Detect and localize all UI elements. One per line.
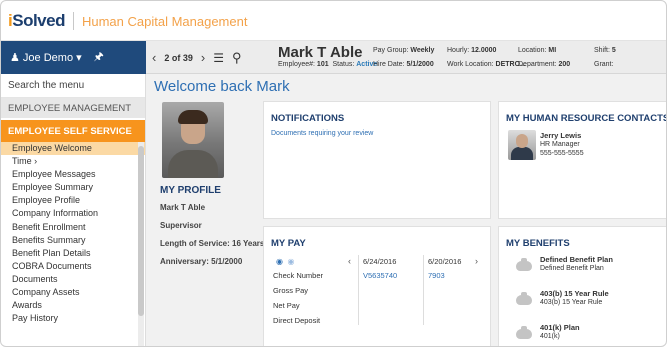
- pay-date-2: 6/20/2016: [428, 257, 462, 266]
- shift-info: Shift: 5: [594, 47, 616, 54]
- brand-bar: iSolved Human Capital Management: [0, 0, 667, 41]
- user-menu[interactable]: ♟ Joe Demo ▾ 🖈: [0, 41, 146, 74]
- employee-name: Mark T Able: [278, 44, 363, 61]
- hire-date-info: Hire Date: 5/1/2000: [373, 61, 434, 68]
- pager-count: 2 of 39: [164, 52, 193, 63]
- main-content: Welcome back Mark MY PROFILE Mark T Able…: [146, 74, 667, 347]
- profile-photo: [162, 102, 224, 178]
- pay-row-gross-pay: Gross Pay: [273, 286, 309, 295]
- user-icon: ♟: [10, 52, 23, 64]
- sidebar-item-benefit-enrollment[interactable]: Benefit Enrollment: [0, 221, 145, 234]
- benefit-sub: Defined Benefit Plan: [540, 265, 604, 272]
- page-title: Welcome back Mark: [154, 78, 290, 95]
- sidebar-item-company-information[interactable]: Company Information: [0, 207, 145, 220]
- my-pay-title: MY PAY: [271, 238, 306, 249]
- sidebar-item-employee-profile[interactable]: Employee Profile: [0, 194, 145, 207]
- sidebar-item-benefits-summary[interactable]: Benefits Summary: [0, 234, 145, 247]
- benefit-name[interactable]: 403(b) 15 Year Rule: [540, 289, 609, 298]
- hr-contacts-card: MY HUMAN RESOURCE CONTACTS Jerry Lewis H…: [498, 101, 667, 219]
- pay-prev-button[interactable]: ‹: [348, 256, 351, 266]
- hr-contact-name: Jerry Lewis: [540, 131, 582, 140]
- my-benefits-card: MY BENEFITS Defined Benefit Plan Defined…: [498, 226, 667, 347]
- sidebar-item-employee-welcome[interactable]: Employee Welcome: [0, 142, 145, 156]
- sidebar-item-documents[interactable]: Documents: [0, 273, 145, 286]
- hr-contact-phone: 555-555-5555: [540, 150, 584, 157]
- employee-pager: ‹ 2 of 39 › ☰ ⚲: [152, 41, 242, 74]
- pin-icon[interactable]: 🖈: [94, 48, 104, 67]
- top-nav: ♟ Joe Demo ▾ 🖈 ‹ 2 of 39 › ☰ ⚲ Mark T Ab…: [0, 41, 667, 74]
- notifications-card: NOTIFICATIONS Documents requiring your r…: [263, 101, 491, 219]
- sidebar: Search the menu EMPLOYEE MANAGEMENT EMPL…: [0, 74, 146, 347]
- my-profile-title: MY PROFILE: [160, 185, 221, 196]
- user-name: Joe Demo: [22, 51, 74, 64]
- profile-service-length: Length of Service: 16 Years: [160, 239, 265, 248]
- pay-row-net-pay: Net Pay: [273, 301, 300, 310]
- notifications-title: NOTIFICATIONS: [271, 113, 345, 124]
- employee-id-status: Employee#: 101 Status: Active: [278, 61, 378, 68]
- pay-view-icons[interactable]: ◉ ◉: [276, 257, 294, 266]
- profile-name: Mark T Able: [160, 203, 206, 212]
- my-pay-card: MY PAY ◉ ◉ ‹ 6/24/2016 6/20/2016 › Check…: [263, 226, 491, 347]
- menu-search-input[interactable]: Search the menu: [0, 74, 145, 98]
- profile-anniversary: Anniversary: 5/1/2000: [160, 257, 243, 266]
- piggy-bank-icon: [516, 326, 532, 339]
- pay-row-direct-deposit: Direct Deposit: [273, 316, 321, 325]
- work-location-info: Work Location: DETRO...: [447, 61, 526, 68]
- grant-info: Grant:: [594, 61, 614, 68]
- hr-contacts-title: MY HUMAN RESOURCE CONTACTS: [506, 113, 667, 124]
- section-employee-self-service[interactable]: EMPLOYEE SELF SERVICE: [0, 120, 145, 142]
- profile-role: Supervisor: [160, 221, 202, 230]
- benefit-name[interactable]: 401(k) Plan: [540, 323, 580, 332]
- sidebar-item-benefit-plan-details[interactable]: Benefit Plan Details: [0, 247, 145, 260]
- logo-subtitle: Human Capital Management: [81, 13, 248, 29]
- sidebar-item-employee-messages[interactable]: Employee Messages: [0, 168, 145, 181]
- sidebar-item-time[interactable]: Time ›: [0, 155, 145, 168]
- chevron-down-icon: ▾: [73, 52, 82, 64]
- isolved-logo[interactable]: iSolved Human Capital Management: [8, 11, 247, 31]
- sidebar-item-employee-summary[interactable]: Employee Summary: [0, 181, 145, 194]
- sidebar-item-cobra-documents[interactable]: COBRA Documents: [0, 260, 145, 273]
- next-employee-button[interactable]: ›: [201, 50, 205, 65]
- pay-row-check-number: Check Number: [273, 271, 324, 280]
- hr-contact-photo: [508, 130, 536, 160]
- logo-text: iSolved: [8, 11, 65, 30]
- section-employee-management[interactable]: EMPLOYEE MANAGEMENT: [0, 98, 145, 118]
- benefit-name[interactable]: Defined Benefit Plan: [540, 255, 613, 264]
- sidebar-item-awards[interactable]: Awards: [0, 299, 145, 312]
- sidebar-item-pay-history[interactable]: Pay History: [0, 312, 145, 325]
- pay-column-divider: [358, 255, 359, 325]
- sidebar-item-company-assets[interactable]: Company Assets: [0, 286, 145, 299]
- department-info: Department: 200: [518, 61, 571, 68]
- pay-check-link-2[interactable]: 7903: [428, 271, 445, 280]
- documents-review-link[interactable]: Documents requiring your review: [271, 130, 373, 137]
- eye-slash-icon: ◉: [287, 257, 295, 266]
- piggy-bank-icon: [516, 292, 532, 305]
- eye-icon: ◉: [276, 257, 283, 266]
- sidebar-scrollbar[interactable]: [138, 142, 144, 347]
- prev-employee-button[interactable]: ‹: [152, 50, 156, 65]
- benefit-sub: 401(k): [540, 333, 560, 340]
- search-icon[interactable]: ⚲: [232, 50, 242, 66]
- piggy-bank-icon: [516, 258, 532, 271]
- hourly-info: Hourly: 12.0000: [447, 47, 497, 54]
- location-info: Location: MI: [518, 47, 557, 54]
- pay-column-divider: [423, 255, 424, 325]
- pay-group-info: Pay Group: Weekly: [373, 47, 435, 54]
- my-benefits-title: MY BENEFITS: [506, 238, 570, 249]
- pay-next-button[interactable]: ›: [475, 256, 478, 266]
- logo-divider: [72, 12, 74, 30]
- scrollbar-thumb[interactable]: [138, 146, 144, 316]
- list-icon[interactable]: ☰: [213, 51, 224, 65]
- pay-date-1: 6/24/2016: [363, 257, 397, 266]
- benefit-sub: 403(b) 15 Year Rule: [540, 299, 603, 306]
- pay-check-link-1[interactable]: V5635740: [363, 271, 397, 280]
- hr-contact-role: HR Manager: [540, 141, 580, 148]
